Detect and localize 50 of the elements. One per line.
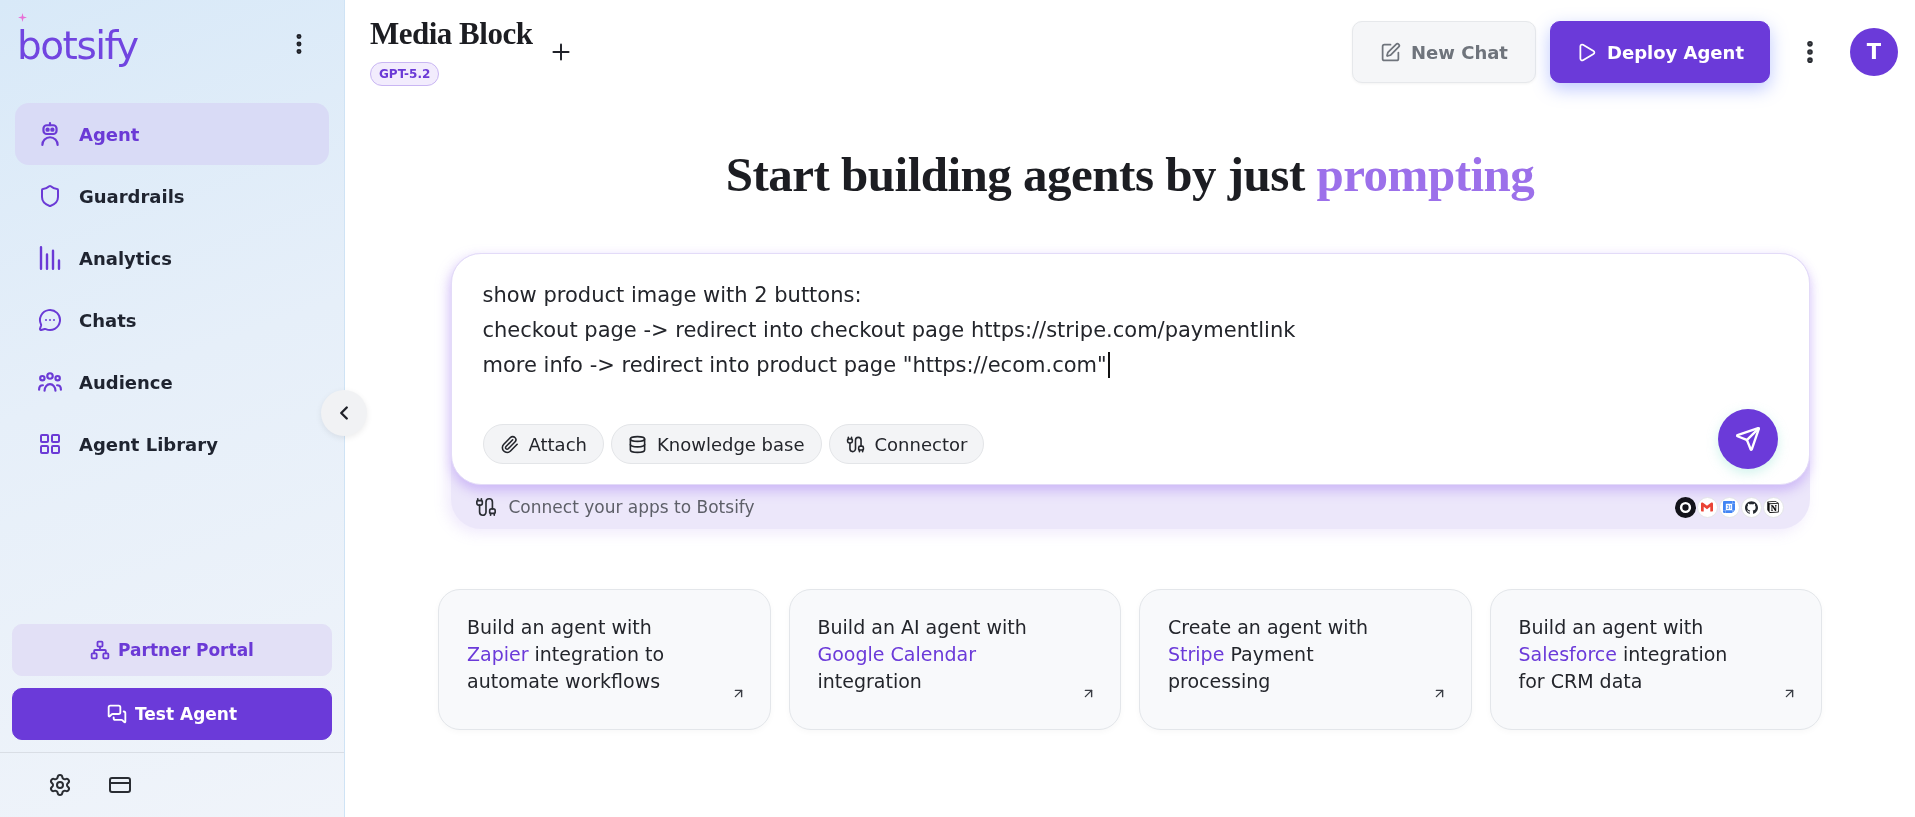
model-badge: GPT-5.2 [370,62,440,86]
sidebar-nav-item[interactable]: Audience [15,351,329,413]
tool-chip[interactable]: Connector [828,424,985,464]
sidebar-nav-item[interactable]: Guardrails [15,165,329,227]
suggestion-card[interactable]: Build an agent with Zapier integration to automate workflows [438,589,771,730]
plug-cable-icon [474,496,497,518]
tool-chip[interactable]: Knowledge base [610,424,822,464]
sidebar-nav-item[interactable]: Agent Library [15,413,329,475]
sidebar-nav-item[interactable]: Chats [15,289,329,351]
edit-icon [1380,41,1402,63]
suggestion-text: Build an agent with Zapier integration to automate workflows [467,615,666,694]
deploy-button[interactable]: Deploy Agent [1550,21,1770,83]
database-icon [627,434,647,454]
sidebar-nav-item[interactable]: Analytics [15,227,329,289]
robot-icon [38,122,62,146]
suggestion-text: Build an agent with Salesforce integration for CRM data [1518,615,1729,694]
mail-icon [1696,496,1718,518]
bar-chart-icon [38,246,62,270]
suggestion-card[interactable]: Build an AI agent with Google Calendar integration [788,589,1121,730]
user-avatar[interactable]: T [1850,28,1898,76]
send-button[interactable] [1717,409,1778,469]
suggestion-card[interactable]: Create an agent with Stripe Payment processing [1139,589,1472,730]
sidebar-nav-item[interactable]: Agent [15,103,329,165]
chat-bubbles-icon [106,704,127,724]
cat-silhouette-icon [1740,496,1762,518]
sitemap-icon [90,640,111,660]
tool-chip[interactable]: Attach [482,424,604,464]
test-button[interactable]: Test Agent [12,688,332,740]
shield-icon [38,184,62,208]
portal-button[interactable]: Partner Portal [12,624,332,676]
people-icon [38,370,62,394]
n-logo-icon [1762,496,1784,518]
paperclip-icon [499,434,519,454]
hero-heading: Start building agents by just prompting [725,146,1535,204]
sparkle-icon [18,13,27,22]
settings-icon[interactable] [48,773,72,797]
connect-hint: Connect your apps to Botsify [508,497,755,517]
send-icon [1734,426,1761,452]
new-chat-button[interactable]: New Chat [1352,21,1536,83]
suggestion-card[interactable]: Build an agent with Salesforce integration for CRM data [1489,589,1822,730]
grid-icon [38,432,62,456]
page-title: Media Block [370,17,533,51]
plug-cable-icon [845,434,865,454]
prompt-input-field[interactable]: show product image with 2 buttons: checkout page -> redirect into checkout page https://stripe.com/paymentlink more info -> redirect into product page "https://ecom.com" [482,278,1778,383]
text-cursor-icon [1107,352,1110,378]
chat-bubble-icon [38,308,62,332]
suggestion-text: Build an AI agent with Google Calendar integration [817,615,1028,694]
suggestion-text: Create an agent with Stripe Payment processing [1168,615,1370,694]
calendar-icon [1718,496,1740,518]
ring-icon [1674,496,1696,518]
